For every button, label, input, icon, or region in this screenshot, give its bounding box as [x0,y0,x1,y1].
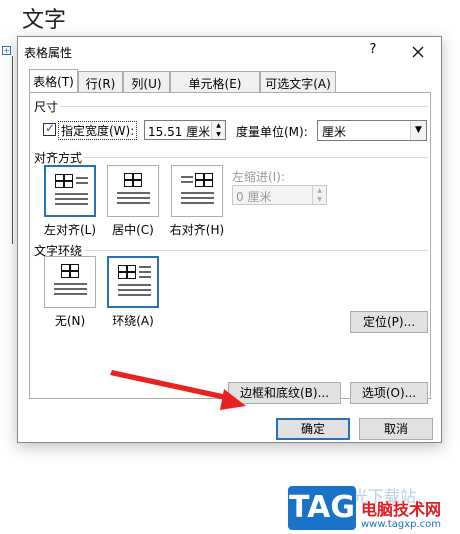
watermark-url: www.tagxp.com [361,519,441,530]
tag-logo: TAG [288,486,356,530]
tab-table[interactable]: 表格(T) [29,69,78,92]
watermark-site-name: 电脑技术网 [361,500,442,519]
